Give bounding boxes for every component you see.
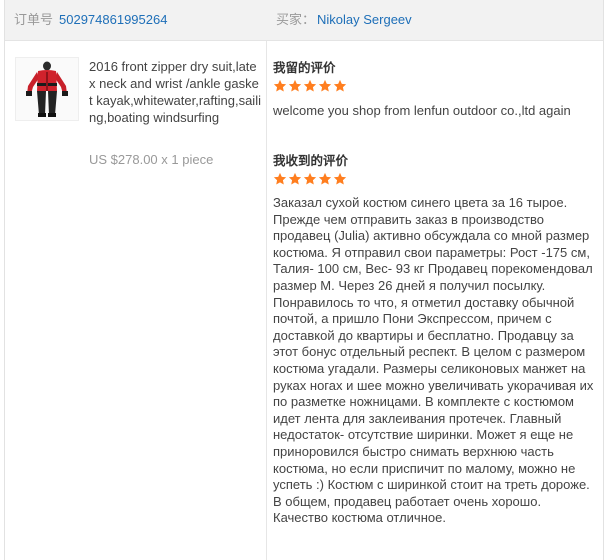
- my-feedback-text: welcome you shop from lenfun outdoor co.…: [273, 103, 571, 118]
- star-icon: [273, 79, 287, 92]
- drysuit-icon: [26, 61, 68, 117]
- column-divider: [266, 41, 267, 560]
- star-icon: [273, 172, 287, 185]
- star-icon: [288, 79, 302, 92]
- star-icon: [333, 172, 347, 185]
- order-number-label: 订单号: [14, 12, 54, 27]
- received-feedback-rating: [273, 172, 595, 186]
- received-feedback-text: Заказал сухой костюм синего цвета за 16 …: [273, 195, 594, 526]
- my-feedback-rating: [273, 79, 595, 93]
- received-feedback-heading: 我收到的评价: [273, 154, 349, 168]
- order-number-link[interactable]: 502974861995264: [59, 0, 167, 40]
- star-icon: [318, 79, 332, 92]
- star-icon: [318, 172, 332, 185]
- buyer-name-link[interactable]: Nikolay Sergeev: [317, 0, 412, 40]
- order-header: 订单号 502974861995264 买家： Nikolay Sergeev: [5, 0, 603, 41]
- product-thumbnail[interactable]: [15, 57, 79, 121]
- star-icon: [288, 172, 302, 185]
- product-title-link[interactable]: 2016 front zipper dry suit,latex neck an…: [89, 58, 261, 126]
- buyer-label: 买家：: [276, 12, 316, 27]
- my-feedback-heading: 我留的评价: [273, 61, 336, 75]
- star-icon: [303, 79, 317, 92]
- star-icon: [333, 79, 347, 92]
- feedback-card: 订单号 502974861995264 买家： Nikolay Sergeev …: [4, 0, 604, 560]
- star-icon: [303, 172, 317, 185]
- product-price: US $278.00 x 1 piece: [89, 152, 214, 167]
